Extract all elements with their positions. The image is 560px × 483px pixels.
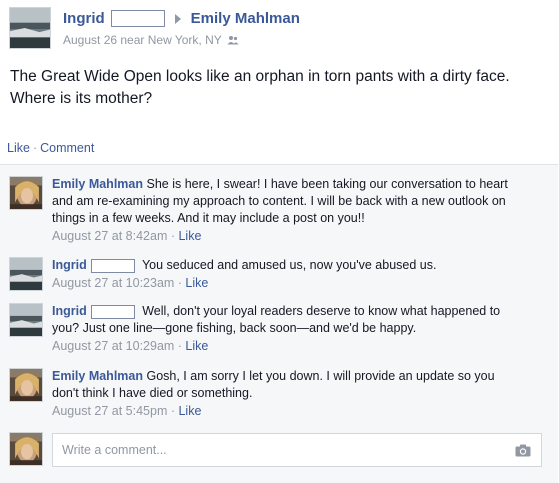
commenter-name[interactable]: Ingrid (52, 258, 87, 272)
comment-timestamp[interactable]: August 27 at 10:23am (52, 276, 174, 290)
comment-timestamp[interactable]: August 27 at 10:29am (52, 339, 174, 353)
post-body: The Great Wide Open looks like an orphan… (10, 68, 510, 107)
post-meta: August 26 near New York, NY (63, 33, 239, 47)
camera-icon[interactable] (515, 444, 531, 457)
redacted-surname (90, 258, 135, 273)
post-actions: Like · Comment (7, 141, 94, 155)
comment-meta: August 27 at 10:29am · Like (52, 339, 209, 353)
comment-input[interactable] (53, 434, 493, 466)
comment-body: Ingrid Well, don't your loyal readers de… (52, 303, 522, 355)
commenter-name[interactable]: Emily Mahlman (52, 369, 143, 383)
comment-body: Ingrid You seduced and amused us, now yo… (52, 257, 522, 292)
commenter-avatar[interactable] (9, 176, 43, 210)
comment-body: Emily Mahlman Gosh, I am sorry I let you… (52, 368, 522, 420)
like-link[interactable]: Like (7, 141, 30, 155)
arrow-right-icon (174, 13, 181, 24)
separator: · (32, 141, 38, 155)
commenter-avatar[interactable] (9, 257, 43, 291)
comment-like-link[interactable]: Like (185, 276, 208, 290)
commenter-name[interactable]: Ingrid (52, 304, 87, 318)
author-name[interactable]: Ingrid (63, 10, 105, 27)
current-user-avatar[interactable] (9, 432, 43, 466)
commenter-avatar[interactable] (9, 368, 43, 402)
comment-body: Emily Mahlman She is here, I swear! I ha… (52, 176, 522, 245)
author-avatar[interactable] (9, 7, 51, 49)
comment-like-link[interactable]: Like (178, 404, 201, 418)
post-header-names: Ingrid Emily Mahlman (63, 10, 300, 27)
commenter-name[interactable]: Emily Mahlman (52, 177, 143, 191)
redacted-surname (110, 10, 165, 27)
comment-meta: August 27 at 8:42am · Like (52, 229, 202, 243)
comment-link[interactable]: Comment (40, 141, 94, 155)
comment-meta: August 27 at 5:45pm · Like (52, 404, 202, 418)
comment-like-link[interactable]: Like (178, 229, 201, 243)
comment-timestamp[interactable]: August 27 at 8:42am (52, 229, 167, 243)
commenter-avatar[interactable] (9, 303, 43, 337)
comment-meta: August 27 at 10:23am · Like (52, 276, 209, 290)
post-timestamp-location[interactable]: August 26 near New York, NY (63, 33, 222, 47)
comment-input-box[interactable] (52, 433, 542, 467)
post-card: Ingrid Emily Mahlman August 26 near New … (0, 0, 560, 483)
people-icon[interactable] (227, 35, 239, 45)
comment-text: You seduced and amused us, now you've ab… (141, 258, 437, 272)
redacted-surname (90, 304, 135, 319)
target-name[interactable]: Emily Mahlman (191, 10, 300, 27)
comment-like-link[interactable]: Like (185, 339, 208, 353)
comment-composer (9, 432, 549, 468)
comment-timestamp[interactable]: August 27 at 5:45pm (52, 404, 167, 418)
